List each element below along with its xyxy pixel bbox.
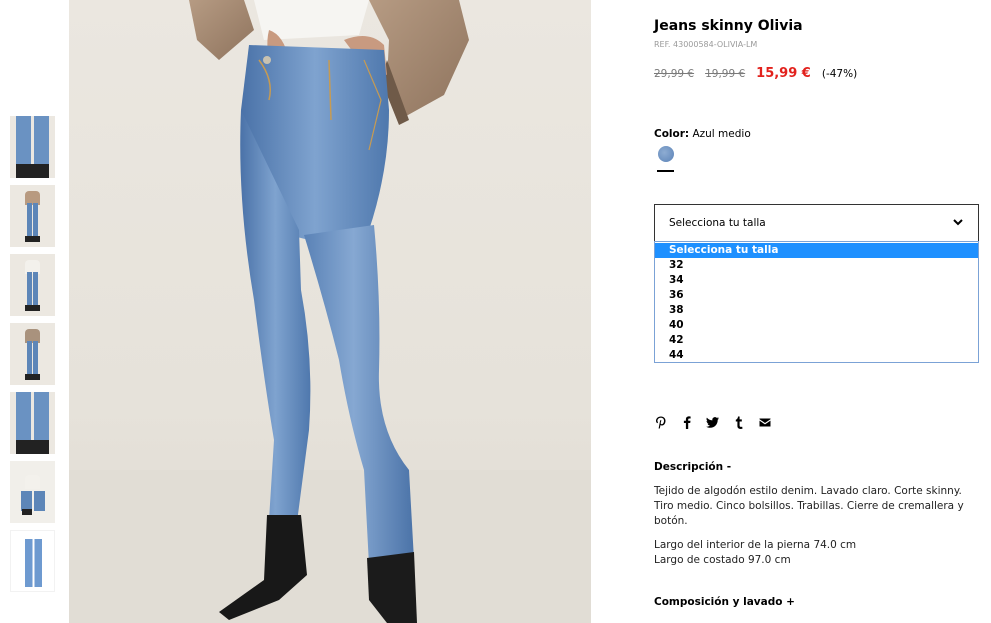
thumbnail-gallery [10, 116, 55, 599]
size-option-36[interactable]: 36 [655, 288, 978, 303]
product-reference: REF. 43000584-OLIVIA-LM [654, 40, 758, 49]
color-label-key: Color: [654, 128, 690, 140]
thumbnail-4[interactable] [10, 323, 55, 385]
size-select[interactable]: Selecciona tu talla [654, 204, 979, 242]
size-option-38[interactable]: 38 [655, 303, 978, 318]
size-option-44[interactable]: 44 [655, 348, 978, 363]
color-swatch-azul-medio[interactable] [658, 146, 674, 162]
pinterest-icon[interactable] [654, 416, 667, 429]
jeans-photo [69, 0, 591, 623]
chevron-down-icon [953, 219, 963, 226]
discount-badge: (-47%) [821, 68, 858, 80]
thumbnail-2[interactable] [10, 185, 55, 247]
color-label: Color: Azul medio [654, 128, 751, 140]
description-measure-outseam: Largo de costado 97.0 cm [654, 554, 791, 566]
share-icons [654, 416, 784, 429]
facebook-icon[interactable] [680, 416, 693, 429]
thumbnail-6[interactable] [10, 461, 55, 523]
description-measure-inseam: Largo del interior de la pierna 74.0 cm [654, 539, 857, 551]
description-paragraph: Tejido de algodón estilo denim. Lavado c… [654, 485, 964, 527]
size-option-34[interactable]: 34 [655, 273, 978, 288]
tumblr-icon[interactable] [732, 416, 745, 429]
description-toggle[interactable]: Descripción - [654, 461, 731, 473]
size-option-32[interactable]: 32 [655, 258, 978, 273]
thumbnail-7[interactable] [10, 530, 55, 592]
price-original: 29,99 € [654, 68, 695, 80]
color-value: Azul medio [692, 128, 751, 140]
twitter-icon[interactable] [706, 416, 719, 429]
composition-toggle[interactable]: Composición y lavado + [654, 596, 795, 608]
price-row: 29,99 € 19,99 € 15,99 € (-47%) [654, 66, 857, 81]
thumbnail-5[interactable] [10, 392, 55, 454]
size-option-placeholder[interactable]: Selecciona tu talla [655, 243, 978, 258]
thumbnail-3[interactable] [10, 254, 55, 316]
size-dropdown-list: Selecciona tu talla 32 34 36 38 40 42 44 [654, 241, 979, 363]
price-previous: 19,99 € [705, 68, 746, 80]
description-body: Tejido de algodón estilo denim. Lavado c… [654, 484, 979, 568]
email-icon[interactable] [758, 416, 771, 429]
main-product-image[interactable] [69, 0, 591, 623]
price-current: 15,99 € [756, 66, 811, 81]
size-option-42[interactable]: 42 [655, 333, 978, 348]
swatch-selected-indicator [657, 170, 674, 172]
size-select-value: Selecciona tu talla [669, 217, 766, 229]
size-option-40[interactable]: 40 [655, 318, 978, 333]
thumbnail-1[interactable] [10, 116, 55, 178]
product-title: Jeans skinny Olivia [654, 18, 803, 34]
